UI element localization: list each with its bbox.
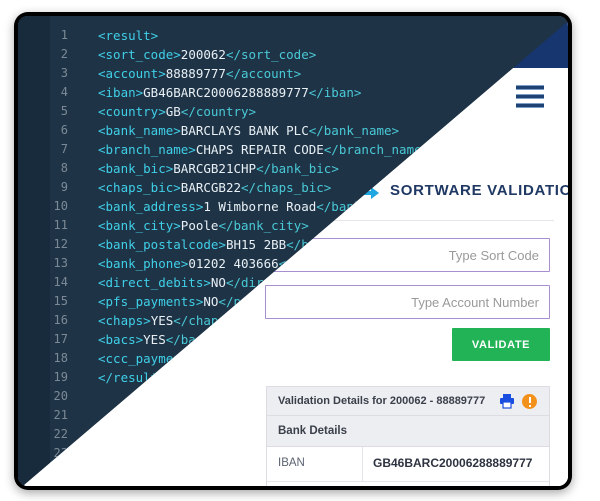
line-number: 22 [53,427,68,441]
line-number: 4 [60,85,68,99]
line-number: 20 [53,389,68,403]
code-line: 2 <sort_code>200062</sort_code> [18,45,568,64]
code-line-text: <result> [98,28,159,43]
line-number: 12 [53,237,68,251]
code-line-text: <country>GB</country> [98,104,257,119]
sort-code-input[interactable] [266,239,549,271]
code-line-text: <sort_code>200062</sort_code> [98,47,317,62]
line-number: 21 [53,408,68,422]
line-number: 5 [60,104,68,118]
code-line-text: <bank_name>BARCLAYS BANK PLC</bank_name> [98,123,400,138]
line-number: 7 [60,142,68,156]
line-number: 19 [53,370,68,384]
line-number: 16 [53,313,68,327]
page-title: SORTWARE VALIDATION [390,182,568,199]
code-line-text: <chaps_bic>BARCGB22</chaps_bic> [98,180,332,195]
screen: LOGOUT SORTWARE VALIDATION [18,16,568,486]
account-number-field[interactable] [265,285,550,319]
results-subheader-title: Bank Details [278,425,348,437]
hamburger-menu-icon[interactable] [516,85,544,109]
line-number: 10 [53,199,68,213]
line-number: 11 [53,218,68,232]
line-number: 6 [60,123,68,137]
code-line: 3 <account>88889777</account> [18,64,568,83]
results-header-title: Validation Details for 200062 - 88889777 [278,395,486,407]
line-number: 9 [60,180,68,194]
validate-button[interactable]: VALIDATE [452,328,550,361]
validation-results-card: Validation Details for 200062 - 88889777… [266,386,550,486]
line-number: 2 [60,47,68,61]
result-key: IBAN [278,457,305,469]
results-header-row: Validation Details for 200062 - 88889777 [267,387,549,416]
line-number: 14 [53,275,68,289]
device-frame: LOGOUT SORTWARE VALIDATION [14,12,572,490]
results-subheader-row: Bank Details [267,416,549,447]
code-line-text: <account>88889777</account> [98,66,302,81]
sort-code-field[interactable] [265,238,550,272]
code-line-text: <bank_city>Poole</bank_city> [98,218,309,233]
result-value: GB46BARC20006288889777 [362,451,532,475]
hamburger-bar-3 [516,103,544,108]
line-number: 3 [60,66,68,80]
line-number: 18 [53,351,68,365]
code-line-text: <bank_bic>BARCGB21CHP</bank_bic> [98,161,339,176]
code-line: 1 <result> [18,26,568,45]
line-number: 8 [60,161,68,175]
line-number: 1 [60,28,68,42]
line-number: 15 [53,294,68,308]
line-number: 17 [53,332,68,346]
table-row: IBAN GB46BARC20006288889777 [267,447,549,482]
line-number: 13 [53,256,68,270]
printer-icon[interactable] [499,393,515,409]
account-number-input[interactable] [266,286,549,318]
code-line-text: <iban>GB46BARC20006288889777</iban> [98,85,362,100]
hamburger-bar-2 [516,94,544,99]
code-line-text: <branch_name>CHAPS REPAIR CODE</branch_n… [98,142,430,157]
warning-icon [522,394,537,409]
hamburger-bar-1 [516,85,544,90]
